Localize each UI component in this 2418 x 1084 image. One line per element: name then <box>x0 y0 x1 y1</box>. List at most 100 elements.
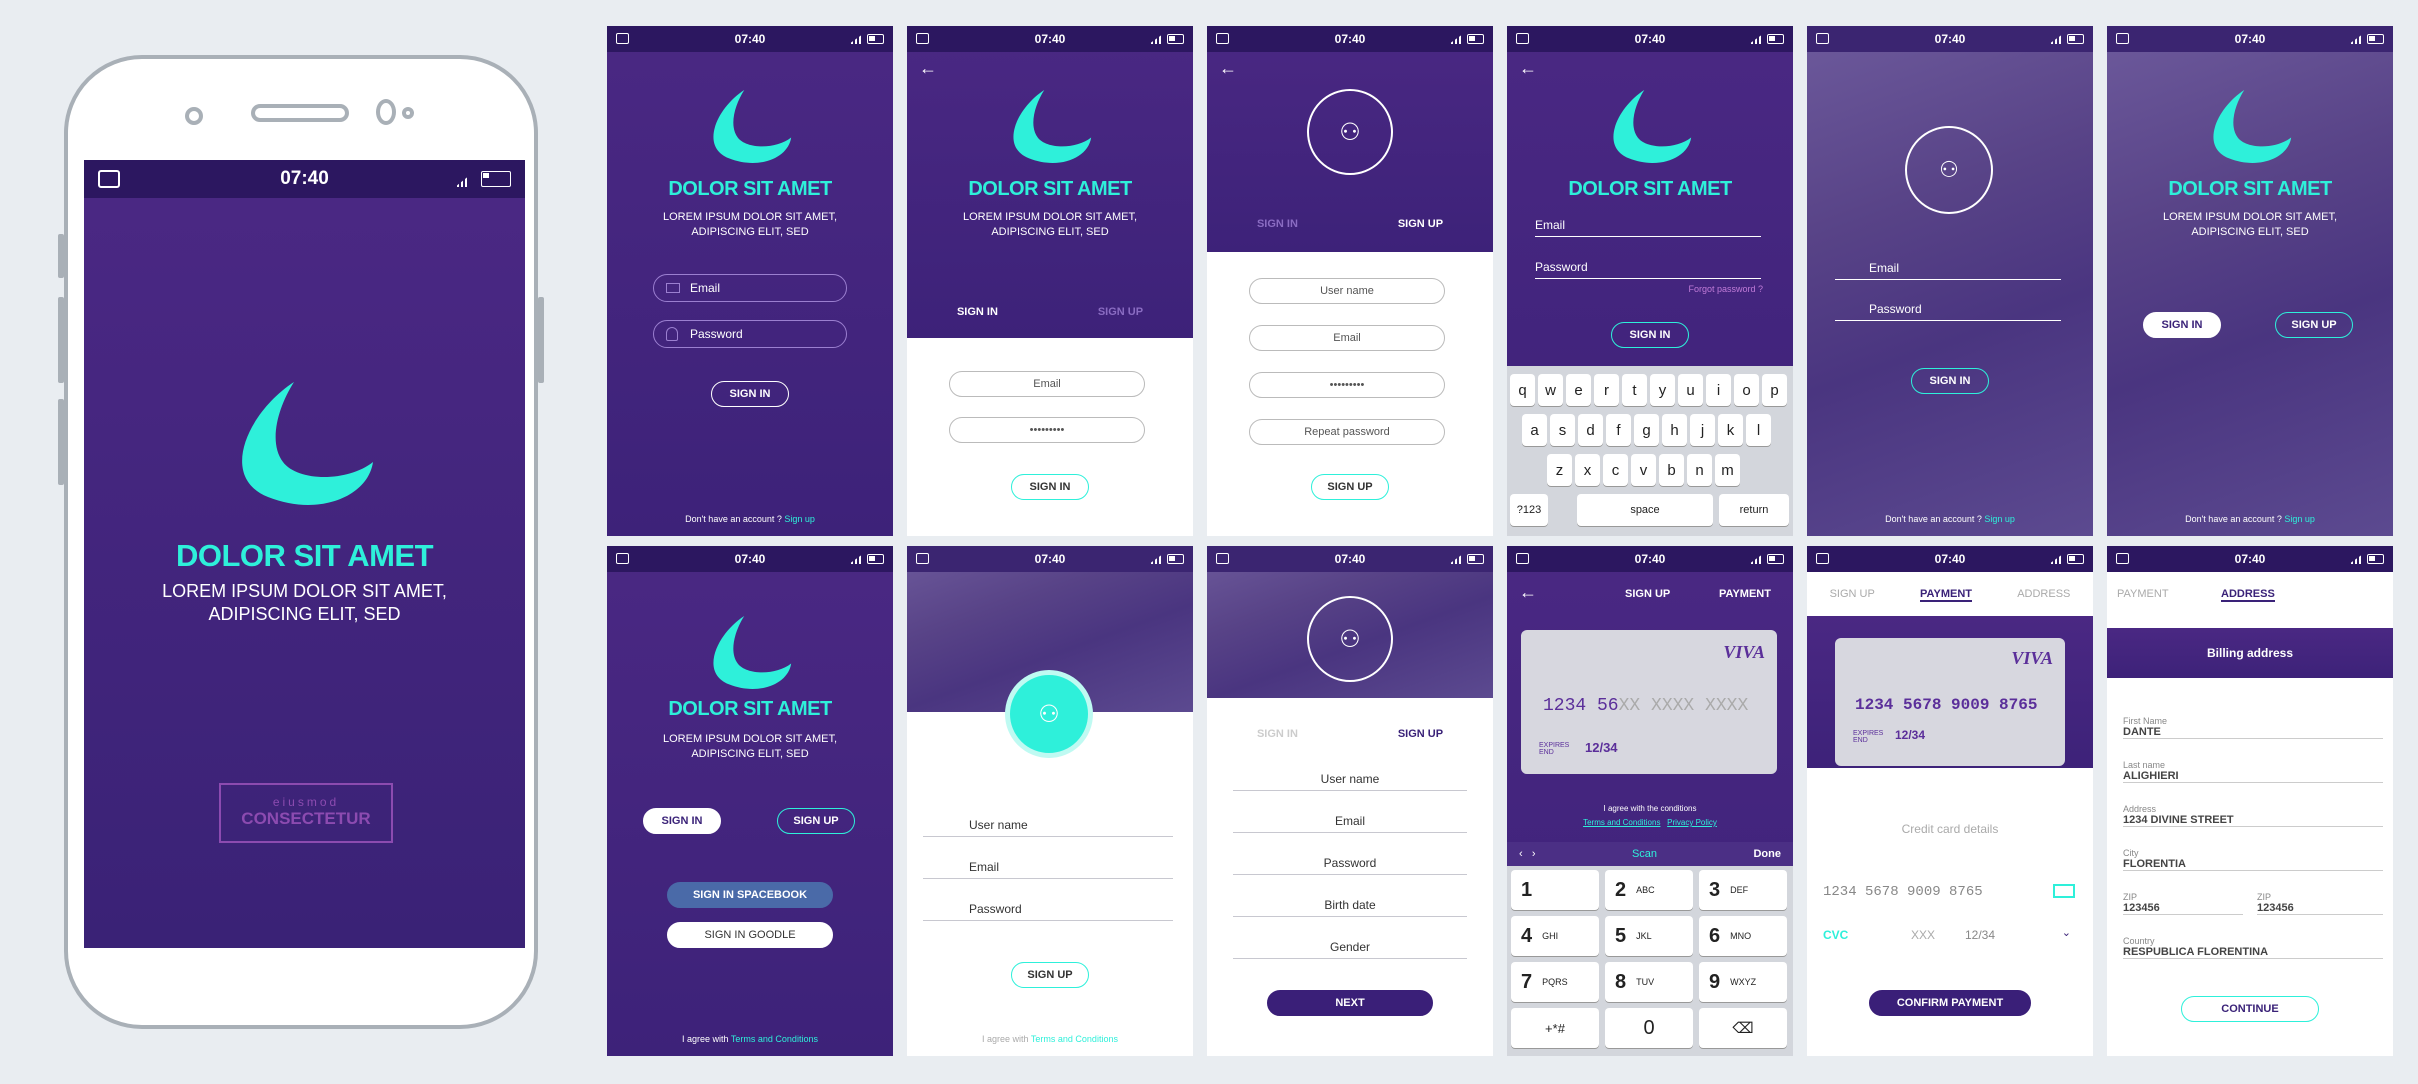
country-field[interactable]: Country RESPUBLICA FLORENTINA <box>2123 936 2383 959</box>
city-field[interactable]: City FLORENTIA <box>2123 848 2383 871</box>
key-x[interactable]: x <box>1575 454 1600 486</box>
key-y[interactable]: y <box>1650 374 1675 406</box>
continue-button[interactable]: CONTINUE <box>2181 996 2319 1022</box>
key-t[interactable]: t <box>1622 374 1647 406</box>
key-k[interactable]: k <box>1718 414 1743 446</box>
email-field[interactable]: Email <box>1233 814 1467 833</box>
confirm-payment-button[interactable]: CONFIRM PAYMENT <box>1869 990 2031 1016</box>
first-name-field[interactable]: First Name DANTE <box>2123 716 2383 739</box>
username-field[interactable]: User name <box>1249 278 1445 304</box>
forgot-password-link[interactable]: Forgot password ? <box>1688 284 1763 294</box>
key-n[interactable]: n <box>1687 454 1712 486</box>
sign-up-link[interactable]: Sign up <box>1984 514 2015 524</box>
sign-in-button[interactable]: SIGN IN <box>2143 312 2221 338</box>
scan-button[interactable]: Scan <box>1632 848 1657 860</box>
repeat-password-field[interactable]: Repeat password <box>1249 419 1445 445</box>
keypad-6[interactable]: 6 MNO <box>1699 916 1787 956</box>
key-o[interactable]: o <box>1734 374 1759 406</box>
backspace-icon[interactable]: ⌫ <box>1699 1008 1787 1048</box>
password-field[interactable]: ••••••••• <box>1249 372 1445 398</box>
keypad-symbols[interactable]: +*# <box>1511 1008 1599 1048</box>
back-arrow-icon[interactable]: ← <box>1219 58 1237 79</box>
terms-link[interactable]: Terms and Conditions <box>1583 818 1660 827</box>
tab-sign-up[interactable]: SIGN UP <box>1098 306 1143 318</box>
keypad-1[interactable]: 1 <box>1511 870 1599 910</box>
username-field[interactable]: User name <box>1233 772 1467 791</box>
terms-link[interactable]: Terms and Conditions <box>731 1034 818 1044</box>
keypad-7[interactable]: 7 PQRS <box>1511 962 1599 1002</box>
address-field[interactable]: Address 1234 DIVINE STREET <box>2123 804 2383 827</box>
tab-sign-in[interactable]: SIGN IN <box>1257 728 1298 740</box>
tab-sign-in[interactable]: SIGN IN <box>957 306 998 318</box>
back-arrow-icon[interactable]: ← <box>1519 58 1537 79</box>
sign-up-link[interactable]: Sign up <box>784 514 815 524</box>
tab-sign-up[interactable]: SIGN UP <box>1398 218 1443 230</box>
back-arrow-icon[interactable]: ← <box>1519 582 1537 603</box>
cvc-field[interactable]: XXX <box>1911 928 1935 942</box>
key-r[interactable]: r <box>1594 374 1619 406</box>
key-z[interactable]: z <box>1547 454 1572 486</box>
password-field[interactable]: Password <box>1233 856 1467 875</box>
facebook-login-button[interactable]: SIGN IN SPACEBOOK <box>667 882 833 908</box>
key-a[interactable]: a <box>1522 414 1547 446</box>
back-arrow-icon[interactable]: ← <box>919 58 937 79</box>
keypad-2[interactable]: 2 ABC <box>1605 870 1693 910</box>
sign-in-button[interactable]: SIGN IN <box>711 381 789 407</box>
key-h[interactable]: h <box>1662 414 1687 446</box>
add-user-icon[interactable]: ⚇ <box>1307 596 1393 682</box>
key-p[interactable]: p <box>1762 374 1787 406</box>
add-user-icon[interactable]: ⚇ <box>1005 670 1093 758</box>
password-field[interactable]: Password <box>1835 302 2061 321</box>
sign-in-button[interactable]: SIGN IN <box>643 808 721 834</box>
password-field[interactable]: Password <box>1535 260 1761 279</box>
key-g[interactable]: g <box>1634 414 1659 446</box>
chevron-down-icon[interactable]: ⌄ <box>2062 926 2071 939</box>
email-field[interactable]: Email <box>1535 218 1761 237</box>
sign-in-button[interactable]: SIGN IN <box>1011 474 1089 500</box>
key-i[interactable]: i <box>1706 374 1731 406</box>
add-user-icon[interactable]: ⚇ <box>1307 89 1393 175</box>
sign-in-button[interactable]: SIGN IN <box>1911 368 1989 394</box>
keypad-3[interactable]: 3 DEF <box>1699 870 1787 910</box>
privacy-link[interactable]: Privacy Policy <box>1667 818 1717 827</box>
key-u[interactable]: u <box>1678 374 1703 406</box>
key-d[interactable]: d <box>1578 414 1603 446</box>
expiry-select[interactable]: 12/34 <box>1965 928 1995 942</box>
next-button[interactable]: NEXT <box>1267 990 1433 1016</box>
key-b[interactable]: b <box>1659 454 1684 486</box>
email-field[interactable]: Email <box>949 371 1145 397</box>
sign-up-link[interactable]: Sign up <box>2284 514 2315 524</box>
sign-up-button[interactable]: SIGN UP <box>2275 312 2353 338</box>
birth-date-field[interactable]: Birth date <box>1233 898 1467 917</box>
key-c[interactable]: c <box>1603 454 1628 486</box>
tab-sign-in[interactable]: SIGN IN <box>1257 218 1298 230</box>
password-field[interactable]: Password <box>653 320 847 348</box>
card-number-field[interactable]: 1234 5678 9009 8765 <box>1823 884 1983 900</box>
prev-next-icons[interactable]: ‹ › <box>1519 848 1536 860</box>
sign-in-button[interactable]: SIGN IN <box>1611 322 1689 348</box>
email-field[interactable]: Email <box>923 860 1173 879</box>
username-field[interactable]: User name <box>923 818 1173 837</box>
key-space[interactable]: space <box>1577 494 1713 526</box>
keypad-8[interactable]: 8 TUV <box>1605 962 1693 1002</box>
gender-field[interactable]: Gender <box>1233 940 1467 959</box>
done-button[interactable]: Done <box>1753 848 1781 860</box>
last-name-field[interactable]: Last name ALIGHIERI <box>2123 760 2383 783</box>
email-field[interactable]: Email <box>1249 325 1445 351</box>
terms-link[interactable]: Terms and Conditions <box>1031 1034 1118 1044</box>
password-field[interactable]: ••••••••• <box>949 417 1145 443</box>
zip-field[interactable]: ZIP 123456 <box>2123 892 2243 915</box>
keypad-5[interactable]: 5 JKL <box>1605 916 1693 956</box>
email-field[interactable]: Email <box>653 274 847 302</box>
key-e[interactable]: e <box>1566 374 1591 406</box>
keypad-9[interactable]: 9 WXYZ <box>1699 962 1787 1002</box>
sign-up-button[interactable]: SIGN UP <box>777 808 855 834</box>
sign-up-button[interactable]: SIGN UP <box>1011 962 1089 988</box>
key-123[interactable]: ?123 <box>1510 494 1548 526</box>
password-field[interactable]: Password <box>923 902 1173 921</box>
key-v[interactable]: v <box>1631 454 1656 486</box>
keypad-0[interactable]: 0 <box>1605 1008 1693 1048</box>
key-f[interactable]: f <box>1606 414 1631 446</box>
key-l[interactable]: l <box>1746 414 1771 446</box>
sign-up-button[interactable]: SIGN UP <box>1311 474 1389 500</box>
